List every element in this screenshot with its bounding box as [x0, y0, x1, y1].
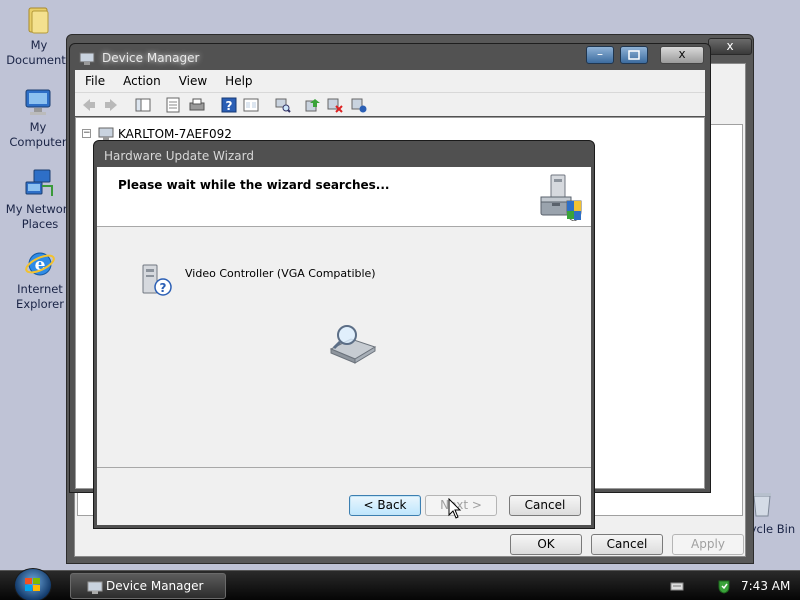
uninstall-icon[interactable] [327, 97, 343, 113]
hardware-toolbox-icon [537, 173, 585, 222]
wizard-body: ? Video Controller (VGA Compatible) [97, 227, 591, 467]
start-button[interactable] [14, 568, 52, 600]
update-driver-icon[interactable] [305, 97, 321, 113]
menu-bar: File Action View Help [75, 70, 705, 92]
disable-device-icon[interactable] [351, 97, 367, 113]
device-name: Video Controller (VGA Compatible) [185, 267, 376, 280]
svg-text:?: ? [226, 99, 233, 113]
folder-icon [23, 4, 55, 36]
menu-file[interactable]: File [75, 74, 113, 88]
apply-button[interactable]: Apply [672, 534, 744, 555]
console-tree-icon[interactable] [135, 97, 151, 113]
properties-icon[interactable] [165, 97, 181, 113]
maximize-button[interactable] [620, 46, 648, 64]
cancel-button[interactable]: Cancel [591, 534, 663, 555]
back-button[interactable]: < Back [349, 495, 421, 516]
menu-view[interactable]: View [169, 74, 215, 88]
clock[interactable]: 7:43 AM [741, 579, 790, 593]
device-manager-icon [79, 52, 95, 66]
back-arrow-icon[interactable] [81, 97, 97, 113]
close-button[interactable]: x [660, 46, 704, 64]
desktop-icon-label: My Computer [9, 120, 67, 149]
taskbar: Device Manager 7:43 AM [0, 568, 800, 600]
tree-expander[interactable]: − [82, 129, 91, 138]
hardware-update-wizard: Hardware Update Wizard Please wait while… [93, 140, 595, 529]
menu-action[interactable]: Action [113, 74, 169, 88]
window-title: Device Manager [102, 51, 200, 65]
help-icon[interactable]: ? [221, 97, 237, 113]
menu-help[interactable]: Help [215, 74, 260, 88]
network-icon [24, 168, 56, 200]
internet-explorer-icon: e [24, 248, 56, 280]
cancel-button[interactable]: Cancel [509, 495, 581, 516]
taskbar-item-device-manager[interactable]: Device Manager [70, 573, 226, 599]
tree-root-node[interactable]: KARLTOM-7AEF092 [118, 127, 232, 141]
minimize-button[interactable]: – [586, 46, 614, 64]
searching-animation-icon [327, 323, 379, 365]
desktop-icon-my-computer[interactable]: My Computer [0, 86, 76, 150]
svg-text:?: ? [160, 281, 167, 295]
forward-arrow-icon[interactable] [103, 97, 119, 113]
computer-icon [98, 127, 114, 141]
unknown-device-icon: ? [139, 263, 173, 297]
device-manager-icon [87, 579, 103, 594]
close-button[interactable]: x [708, 38, 752, 55]
taskbar-item-label: Device Manager [106, 579, 204, 593]
computer-icon [22, 86, 54, 118]
ok-button[interactable]: OK [510, 534, 582, 555]
wizard-header: Please wait while the wizard searches... [97, 167, 591, 227]
wizard-heading: Please wait while the wizard searches... [118, 178, 390, 192]
view-icon[interactable] [243, 97, 259, 113]
scan-hardware-icon[interactable] [275, 97, 291, 113]
security-center-icon[interactable] [716, 578, 732, 594]
toolbar: ? [75, 92, 705, 116]
keyboard-icon[interactable] [670, 580, 684, 592]
wizard-footer: < Back Next > Cancel [97, 467, 591, 525]
mouse-cursor-icon [448, 497, 462, 520]
print-icon[interactable] [189, 97, 205, 113]
windows-logo-icon [25, 578, 40, 591]
window-title: Hardware Update Wizard [104, 149, 254, 163]
